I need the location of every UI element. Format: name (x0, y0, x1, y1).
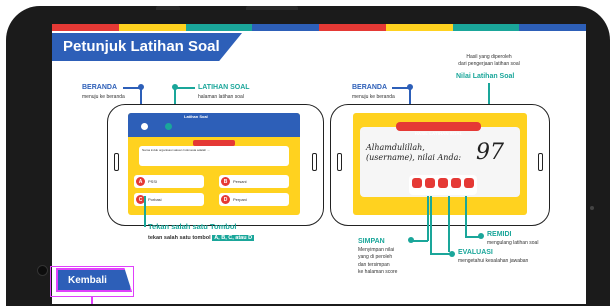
device-button (246, 6, 298, 10)
right-beranda-desc: menuju ke beranda (352, 94, 395, 100)
right-phone-mockup: HASIL LATIHAN SOAL Alhamdulillah, (usern… (330, 104, 550, 226)
simpan-title: SIMPAN (358, 238, 385, 245)
connector-line (430, 253, 450, 255)
nilai-title: Nilai Latihan Soal (456, 73, 515, 80)
page-title-banner: Petunjuk Latihan Soal (52, 33, 242, 61)
result-greeting: Alhamdulillah, (username), nilai Anda: (366, 143, 462, 162)
left-latihan-desc: halaman latihan soal (198, 94, 244, 100)
left-beranda-desc: menuju ke beranda (82, 94, 125, 100)
right-beranda-title: BERANDA (352, 84, 387, 91)
evaluasi-desc: mengetahui kesalahan jawaban (458, 258, 529, 264)
left-beranda-title: BERANDA (82, 84, 117, 91)
chart-icon[interactable] (464, 178, 474, 188)
clipboard-icon[interactable] (425, 178, 435, 188)
remidi-desc: mengulang latihan soal (487, 240, 539, 246)
highlight-pointer (91, 297, 93, 304)
device-button (156, 6, 180, 10)
connector-line (448, 196, 450, 252)
answer-option-b[interactable]: B Persani (219, 175, 289, 188)
score-value: 97 (476, 140, 504, 165)
phone-button (114, 153, 119, 171)
camera-icon (37, 265, 48, 276)
left-phone-screen: Latihan Soal Soal 1 dari 10 Nama induk o… (128, 113, 300, 215)
right-phone-screen: HASIL LATIHAN SOAL Alhamdulillah, (usern… (353, 113, 527, 215)
remidi-title: REMIDI (487, 231, 512, 238)
question-box: Nama induk organisasi satuan Indonesia a… (139, 146, 289, 166)
connector-line (123, 87, 139, 89)
download-icon[interactable] (438, 178, 448, 188)
result-action-bar (409, 175, 477, 195)
page-title: Petunjuk Latihan Soal (63, 38, 220, 55)
connector-line (177, 87, 195, 89)
connector-dot (478, 233, 484, 239)
question-text: Nama induk organisasi satuan Indonesia a… (142, 148, 211, 152)
phone-button (312, 153, 317, 171)
home-icon[interactable] (412, 178, 422, 188)
tekan-options-badge: A, B, C, atau D (212, 235, 255, 241)
answer-option-d[interactable]: D Perpani (219, 193, 289, 206)
connector-dot (449, 251, 455, 257)
color-stripes (52, 24, 586, 31)
connector-line (427, 196, 429, 241)
connector-line (144, 196, 146, 227)
phone-button (538, 153, 543, 171)
left-latihan-title: LATIHAN SOAL (198, 84, 250, 91)
sensor-dot (590, 206, 594, 210)
connector-line (412, 240, 428, 242)
quiz-header: Latihan Soal (128, 113, 300, 137)
hasil-desc: Hasil yang diperoleh dari pengerjaan lat… (458, 54, 520, 68)
refresh-icon[interactable] (451, 178, 461, 188)
connector-line (392, 87, 408, 89)
simpan-desc: Menyimpan nilai yang di peroleh dan ters… (358, 247, 398, 275)
quiz-icon (165, 123, 172, 130)
home-icon[interactable] (141, 123, 148, 130)
left-phone-mockup: Latihan Soal Soal 1 dari 10 Nama induk o… (107, 104, 324, 226)
connector-line (465, 196, 467, 237)
connector-dot (408, 237, 414, 243)
app-screen: Petunjuk Latihan Soal BERANDA menuju ke … (52, 24, 586, 304)
answer-option-a[interactable]: A PSSI (134, 175, 204, 188)
highlight-frame (50, 266, 134, 297)
connector-line (430, 196, 432, 254)
connector-line (465, 236, 479, 238)
phone-button (337, 153, 342, 171)
quiz-header-title: Latihan Soal (184, 114, 208, 119)
tekan-desc: tekan salah satu tombol A, B, C, atau D (148, 235, 255, 241)
result-banner: HASIL LATIHAN SOAL (396, 122, 481, 136)
evaluasi-title: EVALUASI (458, 249, 493, 256)
tekan-title: Tekan salah satu Tombol (148, 222, 237, 231)
